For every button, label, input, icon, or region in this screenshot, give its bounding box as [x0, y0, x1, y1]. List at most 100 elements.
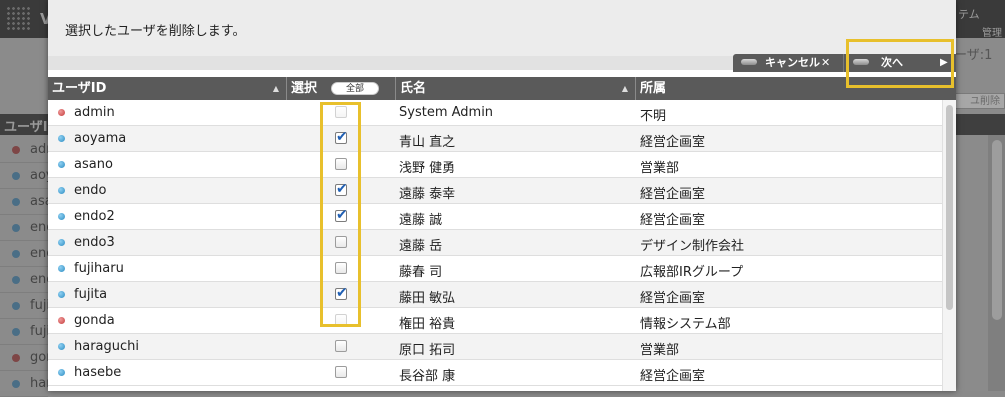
- department-cell: 経営企画室: [640, 187, 706, 202]
- table-scrollbar[interactable]: [942, 100, 956, 391]
- name-cell: 遠藤 泰幸: [399, 187, 456, 202]
- name-cell: 原口 拓司: [399, 343, 456, 358]
- status-dot-icon: [12, 146, 20, 154]
- select-checkbox[interactable]: [335, 366, 347, 378]
- bg-list-item[interactable]: fuji: [0, 293, 50, 319]
- column-header-user-id[interactable]: ユーザID ▲: [48, 77, 287, 100]
- name-cell: 権田 裕貴: [399, 317, 456, 332]
- user-id-cell: fujiharu: [74, 261, 124, 276]
- select-checkbox[interactable]: [335, 207, 348, 223]
- status-dot-icon: [12, 354, 20, 362]
- arrow-right-icon: ▶: [940, 57, 948, 68]
- bg-list-item[interactable]: asa: [0, 189, 53, 215]
- user-table-header: ユーザID ▲ 選択 全部 氏名 ▲ 所属: [48, 77, 956, 100]
- department-cell: 経営企画室: [640, 135, 706, 150]
- status-dot-icon: [58, 187, 65, 194]
- bg-list-item[interactable]: adr: [0, 137, 52, 163]
- status-dot-icon: [12, 302, 20, 310]
- select-checkbox: [335, 314, 347, 326]
- department-cell: 経営企画室: [640, 291, 706, 306]
- status-dot-icon: [58, 161, 65, 168]
- status-dot-icon: [12, 224, 20, 232]
- status-dot-icon: [12, 380, 20, 388]
- user-id-cell: fujita: [74, 287, 108, 302]
- user-count-label: ーザ:1: [954, 48, 993, 63]
- bg-delete-button[interactable]: ユ削除: [952, 93, 1005, 109]
- table-row[interactable]: gonda 権田 裕貴 情報システム部: [48, 308, 944, 334]
- status-dot-icon: [12, 328, 20, 336]
- sort-icon: ▲: [621, 84, 628, 93]
- select-checkbox[interactable]: [335, 181, 348, 197]
- select-all-button[interactable]: 全部: [331, 82, 379, 95]
- cancel-button[interactable]: キャンセル ✕: [733, 54, 844, 72]
- user-table-body: adminSystem Admin不明aoyama青山 直之経営企画室asano…: [48, 100, 944, 391]
- name-cell: 浅野 健勇: [399, 161, 456, 176]
- status-dot-icon: [12, 198, 20, 206]
- cancel-button-label: キャンセル: [765, 56, 820, 69]
- user-id-cell: asano: [74, 157, 113, 172]
- user-id-cell: admin: [74, 105, 115, 120]
- select-checkbox[interactable]: [335, 236, 347, 248]
- bg-header-user-id: ユーザI: [4, 120, 48, 135]
- table-row[interactable]: admin System Admin 不明: [48, 100, 944, 126]
- bg-list-item[interactable]: har: [0, 371, 52, 397]
- table-row[interactable]: endo 遠藤 泰幸 経営企画室: [48, 178, 944, 204]
- system-menu-label[interactable]: テム: [958, 6, 980, 22]
- name-cell: 長谷部 康: [399, 369, 456, 384]
- table-row[interactable]: hasebe 長谷部 康 経営企画室: [48, 360, 944, 386]
- user-id-cell: endo3: [74, 235, 115, 250]
- bg-list-item[interactable]: enc: [0, 267, 53, 293]
- table-scrollbar-thumb[interactable]: [946, 105, 953, 310]
- column-label-department: 所属: [640, 81, 667, 96]
- table-row[interactable]: haraguchi 原口 拓司 営業部: [48, 334, 944, 360]
- name-cell: 青山 直之: [399, 135, 456, 150]
- table-row[interactable]: endo3 遠藤 岳 デザイン制作会社: [48, 230, 944, 256]
- department-cell: 営業部: [640, 343, 680, 358]
- sort-icon: ▲: [272, 84, 279, 93]
- select-checkbox[interactable]: [335, 262, 347, 274]
- bg-list-item[interactable]: aoy: [0, 163, 54, 189]
- select-checkbox[interactable]: [335, 129, 348, 145]
- close-icon: ✕: [821, 56, 831, 69]
- bg-list-item[interactable]: fuji: [0, 319, 50, 345]
- status-dot-icon: [12, 250, 20, 258]
- status-dot-icon: [58, 343, 65, 350]
- table-row[interactable]: aoyama 青山 直之 経営企画室: [48, 126, 944, 152]
- bg-list-item[interactable]: gor: [0, 345, 52, 371]
- table-row[interactable]: fujiharu 藤春 司 広報部IRグループ: [48, 256, 944, 282]
- status-dot-icon: [58, 213, 65, 220]
- bg-list-item[interactable]: enc: [0, 241, 53, 267]
- department-cell: 広報部IRグループ: [640, 265, 744, 280]
- status-dot-icon: [58, 109, 65, 116]
- department-cell: デザイン制作会社: [640, 239, 745, 254]
- button-pill-icon: [741, 59, 757, 65]
- select-checkbox[interactable]: [335, 340, 347, 352]
- admin-menu-label[interactable]: 管理: [982, 24, 1002, 39]
- select-checkbox[interactable]: [335, 285, 348, 301]
- user-id-cell: hasebe: [74, 365, 122, 380]
- table-row[interactable]: asano 浅野 健勇 営業部: [48, 152, 944, 178]
- name-cell: 遠藤 岳: [399, 239, 443, 254]
- select-checkbox: [335, 106, 347, 118]
- status-dot-icon: [12, 276, 20, 284]
- bg-list-item[interactable]: enc: [0, 215, 53, 241]
- column-label-user-id: ユーザID: [52, 81, 107, 96]
- column-header-name[interactable]: 氏名 ▲: [396, 77, 636, 100]
- next-button[interactable]: 次へ ▶: [845, 54, 956, 72]
- user-id-cell: endo2: [74, 209, 115, 224]
- select-checkbox[interactable]: [335, 158, 347, 170]
- bg-scrollbar-thumb[interactable]: [992, 140, 1002, 320]
- table-row[interactable]: endo2 遠藤 誠 経営企画室: [48, 204, 944, 230]
- status-dot-icon: [58, 239, 65, 246]
- name-cell: 遠藤 誠: [399, 213, 443, 228]
- department-cell: 不明: [640, 109, 667, 124]
- app-grid-icon[interactable]: [6, 6, 30, 30]
- status-dot-icon: [58, 135, 65, 142]
- user-id-cell: endo: [74, 183, 107, 198]
- dialog-message: 選択したユーザを削除します。: [65, 24, 246, 39]
- column-header-department[interactable]: 所属: [636, 77, 944, 100]
- department-cell: 経営企画室: [640, 369, 706, 384]
- dialog-button-bar: キャンセル ✕ 次へ ▶: [733, 54, 956, 72]
- table-row[interactable]: fujita 藤田 敏弘 経営企画室: [48, 282, 944, 308]
- department-cell: 営業部: [640, 161, 680, 176]
